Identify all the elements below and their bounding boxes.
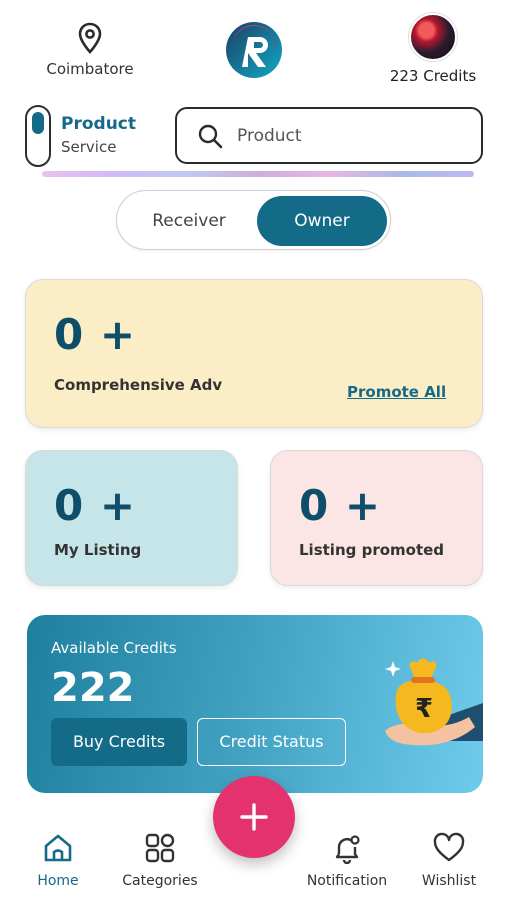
avatar[interactable] [409, 13, 457, 61]
banner-strip [42, 171, 474, 177]
home-icon [44, 834, 72, 862]
comprehensive-adv-card[interactable]: 0 + Comprehensive Adv Promote All [25, 279, 483, 428]
product-service-toggle[interactable] [25, 105, 51, 167]
promoted-count: 0 + [299, 481, 382, 530]
nav-home-label: Home [37, 873, 79, 889]
credit-status-button[interactable]: Credit Status [197, 718, 346, 766]
credits-count: 223 Credits [389, 67, 477, 85]
search-input[interactable] [237, 125, 457, 146]
nav-home[interactable]: Home [8, 832, 108, 889]
location-pin-icon [78, 22, 102, 54]
search-icon [198, 124, 223, 148]
my-listing-card[interactable]: 0 + My Listing [25, 450, 238, 586]
adv-label: Comprehensive Adv [54, 376, 223, 394]
heart-icon [433, 832, 465, 862]
app-logo [226, 22, 282, 78]
location-selector[interactable]: Coimbatore [38, 22, 142, 78]
listing-promoted-card[interactable]: 0 + Listing promoted [270, 450, 483, 586]
location-label: Coimbatore [46, 60, 134, 78]
promoted-label: Listing promoted [299, 541, 445, 559]
nav-wishlist[interactable]: Wishlist [399, 832, 499, 889]
nav-notification[interactable]: Notification [297, 832, 397, 889]
nav-wishlist-label: Wishlist [421, 873, 477, 889]
credits-profile[interactable]: 223 Credits [385, 13, 481, 85]
nav-categories-label: Categories [122, 873, 198, 889]
search-bar[interactable] [175, 107, 483, 164]
buy-credits-button[interactable]: Buy Credits [51, 718, 187, 766]
toggle-labels: Product Service [61, 114, 136, 156]
toggle-knob [32, 112, 44, 134]
available-credits-value: 222 [51, 665, 135, 711]
adv-count: 0 + [54, 310, 137, 359]
svg-text:₹: ₹ [415, 694, 433, 724]
bottom-nav: Home Categories Notification Wishlist [0, 820, 507, 900]
promote-all-link[interactable]: Promote All [347, 383, 446, 401]
listing-label: My Listing [54, 541, 142, 559]
role-receiver-option[interactable]: Receiver [123, 196, 255, 246]
money-bag-icon: ₹ [385, 658, 483, 746]
available-credits-banner: Available Credits 222 Buy Credits Credit… [27, 615, 483, 793]
available-credits-label: Available Credits [51, 639, 177, 657]
listing-count: 0 + [54, 481, 137, 530]
nav-notification-label: Notification [306, 873, 388, 889]
toggle-label-service[interactable]: Service [61, 138, 136, 156]
role-switch[interactable]: Receiver Owner [116, 190, 391, 250]
bell-icon [335, 835, 360, 864]
toggle-label-product[interactable]: Product [61, 114, 136, 134]
categories-icon [145, 833, 175, 863]
role-owner-option[interactable]: Owner [257, 196, 387, 246]
nav-categories[interactable]: Categories [110, 832, 210, 889]
